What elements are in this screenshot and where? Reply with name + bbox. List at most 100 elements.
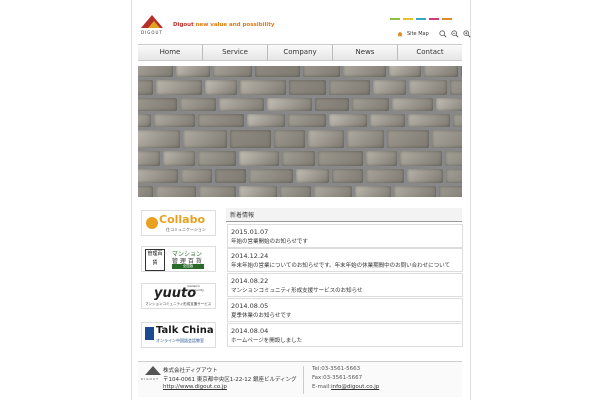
- brick: [138, 130, 180, 148]
- brick: [446, 169, 462, 183]
- banner-mansion[interactable]: 管理百貨 マンション 管 理 百 貨 全国版: [141, 246, 216, 272]
- news-date: 2015.01.07: [231, 228, 269, 236]
- color-bar: [390, 18, 400, 20]
- brick: [366, 169, 404, 183]
- brick: [181, 169, 212, 183]
- footer-logo-word: DIGOUT: [141, 377, 159, 381]
- utility-links: Site Map: [397, 30, 471, 38]
- footer-address: 〒104-0061 東京都中央区1-22-12 銀座ビルディング: [163, 377, 297, 383]
- brick: [198, 114, 244, 127]
- color-bar: [403, 18, 413, 20]
- news-heading: 新着情報: [226, 208, 462, 222]
- home-icon: [397, 31, 403, 37]
- banner-talk-china[interactable]: Talk China オンライン中国語会話教室: [141, 322, 216, 348]
- brick: [138, 169, 178, 183]
- brick: [332, 169, 363, 183]
- brick: [240, 80, 286, 95]
- site-map-link[interactable]: Site Map: [407, 31, 429, 37]
- footer-email-link[interactable]: info@digout.co.jp: [331, 384, 379, 390]
- brick: [138, 186, 153, 197]
- news-title[interactable]: マンションコミュニティ形成支援サービスのお知らせ: [231, 286, 363, 294]
- brick: [329, 80, 370, 95]
- brick: [394, 186, 436, 197]
- brick: [347, 130, 384, 148]
- news-title[interactable]: 夏季休業のお知らせです: [231, 311, 291, 319]
- brick: [355, 186, 391, 197]
- news-title[interactable]: 年始の営業開始のお知らせです: [231, 237, 308, 245]
- brick: [280, 186, 311, 197]
- brick: [213, 66, 252, 77]
- brick: [373, 80, 406, 95]
- brick: [138, 151, 160, 166]
- brick: [274, 130, 305, 148]
- brick: [239, 151, 279, 166]
- news-title[interactable]: ホームページを開設しました: [231, 336, 302, 344]
- nav-item-service[interactable]: Service: [203, 45, 268, 60]
- nav-item-home[interactable]: Home: [138, 45, 203, 60]
- banner-yuuto[interactable]: mansion community yuuto マンションコミュニティ形成支援サ…: [141, 283, 216, 309]
- zoom-in-icon[interactable]: [463, 30, 471, 38]
- news-item[interactable]: 2015.01.07 年始の営業開始のお知らせです: [227, 224, 463, 248]
- brick: [205, 80, 237, 95]
- brick: [163, 151, 195, 166]
- zoom-reset-icon[interactable]: [439, 30, 447, 38]
- brick: [424, 66, 458, 77]
- brick: [445, 151, 462, 166]
- brick: [199, 186, 236, 197]
- yuuto-subtitle: マンションコミュニティ形成支援サービス: [145, 302, 212, 306]
- brick: [409, 80, 447, 95]
- brick: [461, 66, 462, 77]
- collabo-title: Collabo: [159, 213, 206, 226]
- news-date: 2014.12.24: [231, 252, 269, 260]
- brick: [138, 114, 151, 127]
- brick: [315, 98, 349, 111]
- news-title[interactable]: 年末年始の営業についてのお知らせです。年末年始の休業期間中のお問い合わせについて: [231, 261, 450, 269]
- tagline-brand: Digout: [173, 22, 194, 28]
- brick: [267, 98, 312, 111]
- brick: [249, 169, 293, 183]
- brick: [329, 114, 367, 127]
- brick: [156, 186, 196, 197]
- brick: [450, 80, 462, 95]
- footer-fax: Fax:03-3561-5667: [312, 375, 363, 381]
- talk-china-subtitle: オンライン中国語会話教室: [156, 338, 204, 343]
- brick: [432, 130, 462, 148]
- brick: [282, 151, 315, 166]
- talk-china-title: Talk China: [156, 325, 214, 336]
- news-heading-label: 新着情報: [230, 212, 255, 219]
- hero-image: [138, 66, 462, 197]
- footer-url-link[interactable]: http://www.digout.co.jp: [163, 384, 227, 390]
- nav-item-contact[interactable]: Contact: [398, 45, 462, 60]
- news-item[interactable]: 2014.12.24 年末年始の営業についてのお知らせです。年末年始の休業期間中…: [227, 248, 463, 272]
- brick: [219, 98, 264, 111]
- banner-collabo[interactable]: Collabo 住コミュニケーション: [141, 210, 216, 236]
- logo-mark-icon: [141, 15, 163, 28]
- brick: [303, 66, 340, 77]
- news-item[interactable]: 2014.08.22 マンションコミュニティ形成支援サービスのお知らせ: [227, 273, 463, 297]
- brick: [138, 98, 177, 111]
- brick: [453, 114, 462, 127]
- brick: [392, 98, 433, 111]
- brick: [255, 66, 300, 77]
- news-date: 2014.08.22: [231, 277, 269, 285]
- brick: [352, 98, 389, 111]
- zoom-out-icon[interactable]: [451, 30, 459, 38]
- nav-item-company[interactable]: Company: [268, 45, 333, 60]
- brick: [215, 169, 246, 183]
- tagline: Digout new value and possibility: [173, 22, 274, 28]
- brick: [439, 186, 462, 197]
- mansion-tag: 全国版: [172, 264, 204, 269]
- brick: [366, 151, 397, 166]
- color-bar: [429, 18, 439, 20]
- brick: [138, 66, 173, 77]
- nav-item-news[interactable]: News: [333, 45, 398, 60]
- brick: [198, 151, 236, 166]
- brick: [407, 169, 443, 183]
- brick: [239, 186, 277, 197]
- news-item[interactable]: 2014.08.04 ホームページを開設しました: [227, 323, 463, 347]
- logo[interactable]: DIGOUT: [141, 15, 163, 35]
- brick: [138, 80, 153, 95]
- brick: [156, 80, 202, 95]
- brick: [400, 151, 442, 166]
- news-item[interactable]: 2014.08.05 夏季休業のお知らせです: [227, 298, 463, 322]
